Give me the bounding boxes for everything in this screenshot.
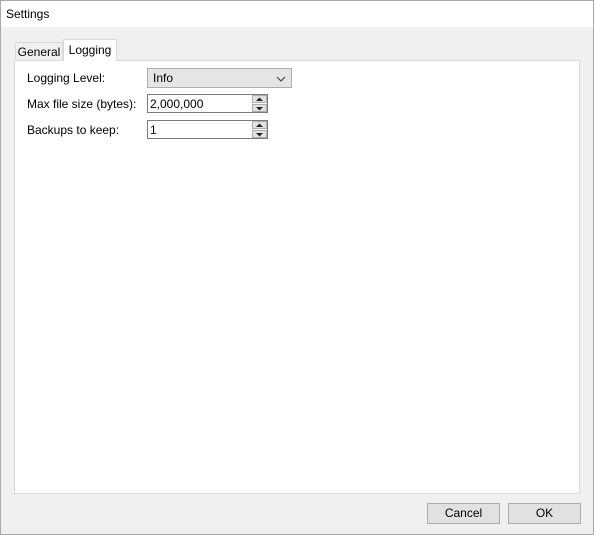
- logging-level-label: Logging Level:: [27, 71, 106, 85]
- ok-button[interactable]: OK: [508, 503, 581, 524]
- max-file-size-decrement-button[interactable]: [252, 104, 267, 112]
- backups-to-keep-stepper[interactable]: 1: [147, 120, 268, 139]
- spin-up-arrow-icon: [256, 123, 263, 127]
- spin-up-arrow-icon: [256, 97, 263, 101]
- backups-increment-button[interactable]: [252, 121, 267, 129]
- backups-to-keep-label: Backups to keep:: [27, 123, 120, 137]
- tab-general[interactable]: General: [15, 42, 63, 60]
- logging-level-dropdown[interactable]: Info: [147, 68, 292, 88]
- backups-decrement-button[interactable]: [252, 130, 267, 138]
- cancel-button[interactable]: Cancel: [427, 503, 500, 524]
- max-file-size-stepper[interactable]: 2,000,000: [147, 94, 268, 113]
- logging-level-value: Info: [153, 71, 174, 85]
- backups-spin-buttons: [252, 121, 267, 138]
- window-title: Settings: [6, 7, 50, 21]
- title-bar[interactable]: Settings: [1, 1, 593, 27]
- spin-down-arrow-icon: [256, 133, 263, 137]
- settings-window: Settings General Logging Logging Level: …: [0, 0, 594, 535]
- chevron-down-icon: [276, 73, 286, 83]
- backups-to-keep-value: 1: [150, 123, 157, 137]
- max-file-size-label: Max file size (bytes):: [27, 97, 137, 111]
- max-file-size-spin-buttons: [252, 95, 267, 112]
- max-file-size-increment-button[interactable]: [252, 95, 267, 103]
- tab-logging[interactable]: Logging: [63, 39, 117, 61]
- spin-down-arrow-icon: [256, 107, 263, 111]
- max-file-size-value: 2,000,000: [150, 97, 204, 111]
